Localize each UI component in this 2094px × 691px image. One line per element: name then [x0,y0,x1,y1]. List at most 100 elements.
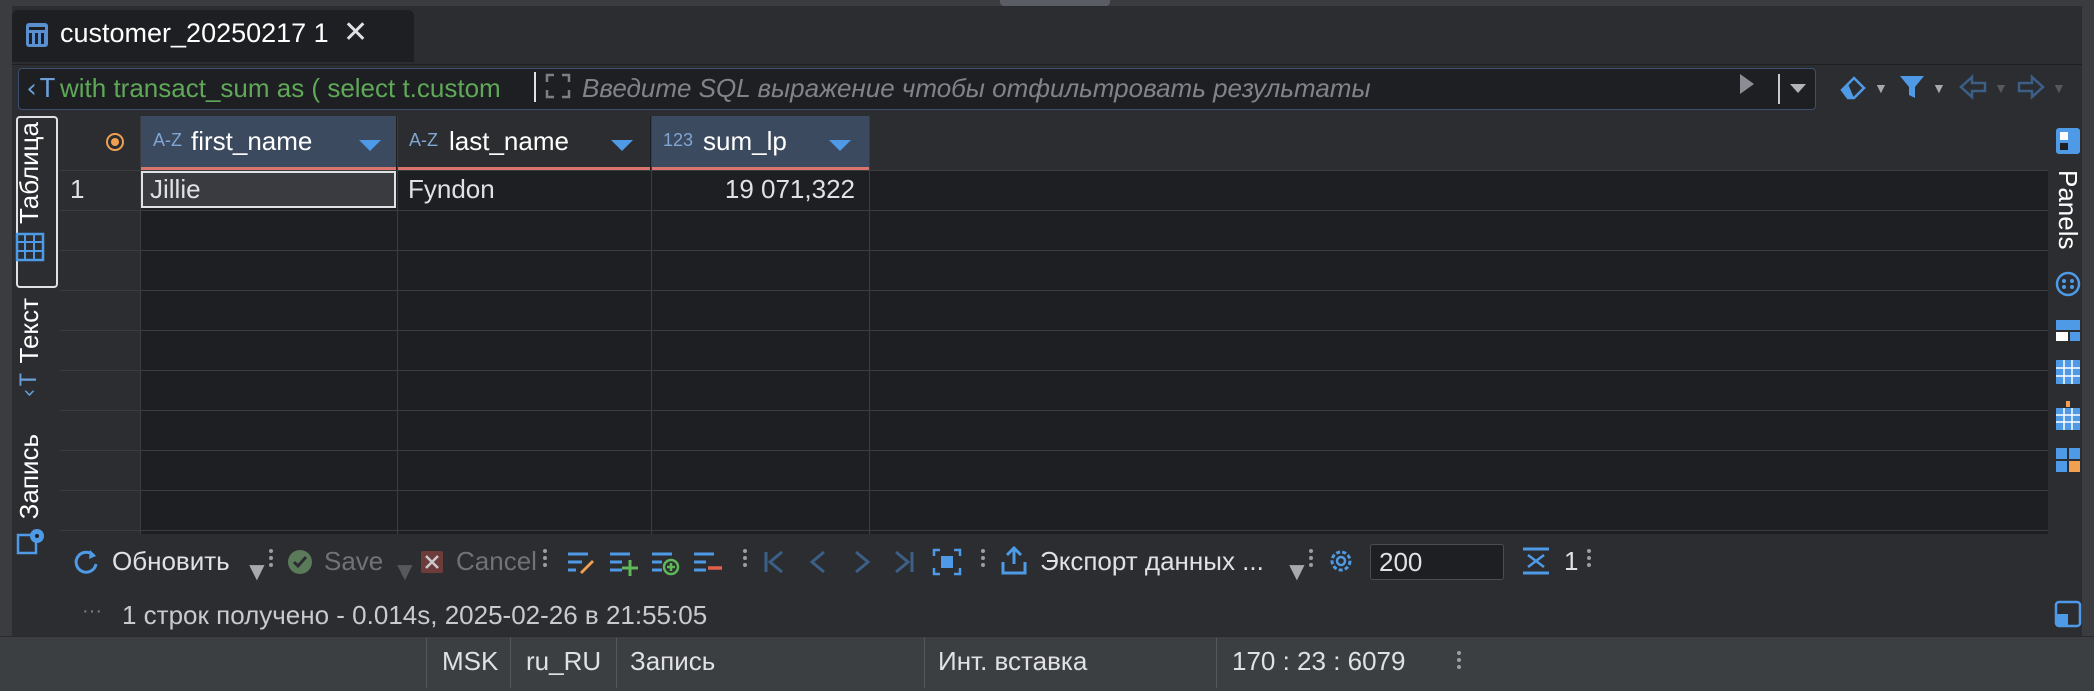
cancel-button[interactable]: Cancel [456,546,537,577]
status-divider [510,638,511,688]
tab-record-label: Запись [14,434,44,520]
panels-label[interactable]: Panels [2052,170,2083,250]
cell-sum-lp[interactable]: 19 071,322 [651,174,855,205]
status-divider [1216,638,1217,688]
panels-icon[interactable] [2054,126,2082,156]
column-filter-icon[interactable] [611,140,633,151]
column-name: last_name [449,126,569,156]
fetch-all-icon[interactable] [932,548,962,576]
cell-first-name[interactable]: Jillie [150,174,201,205]
filter-history-dropdown-icon[interactable] [1790,84,1806,93]
column-header-sum-lp[interactable]: 123 sum_lp [651,116,870,170]
tab-table-label: Таблица [14,122,44,224]
execution-status: 1 строк получено - 0.014s, 2025-02-26 в … [122,600,708,630]
save-icon [288,550,312,574]
edit-mode-indicator[interactable]: Запись [630,646,715,677]
divider [1778,74,1780,104]
more-icon[interactable]: ··· [82,600,102,623]
aggregate-icon[interactable] [2054,446,2082,474]
previous-page-icon[interactable] [808,548,828,576]
toolbar-separator [980,546,986,576]
status-divider [924,638,925,688]
save-dropdown-icon[interactable]: ▼ [392,556,418,587]
cancel-icon [421,551,443,573]
row-count-value: 1 [1564,546,1579,576]
column-name: first_name [191,126,313,156]
export-icon[interactable] [1000,546,1028,576]
select-all-icon[interactable] [106,133,124,151]
metadata-icon[interactable] [2054,316,2082,344]
eraser-icon[interactable] [1838,72,1870,102]
text-caret [534,72,536,102]
grouping-icon[interactable] [2054,358,2082,386]
column-filter-icon[interactable] [829,140,851,151]
column-header-last-name[interactable]: A-Z last_name [397,116,651,170]
eraser-dropdown-icon[interactable]: ▼ [1874,80,1888,96]
row-number[interactable]: 1 [70,174,84,205]
add-row-icon[interactable] [608,548,638,576]
forward-dropdown-icon[interactable]: ▼ [2052,80,2066,96]
forward-arrow-icon[interactable] [2016,74,2046,100]
filter-icon[interactable] [1898,72,1926,102]
grid-line [869,116,870,534]
first-page-icon[interactable] [762,548,786,576]
filter-dropdown-icon[interactable]: ▼ [1932,80,1946,96]
sql-query-text[interactable]: with transact_sum as ( select t.custom [60,73,530,104]
grid-corner[interactable] [60,116,140,170]
last-page-icon[interactable] [892,548,916,576]
back-arrow-icon[interactable] [1958,74,1988,100]
tab-text[interactable]: Текст ‹T [14,298,45,400]
grid-line [60,450,2048,451]
close-icon[interactable]: ✕ [343,18,368,48]
grid-line [60,410,2048,411]
save-button[interactable]: Save [324,546,383,577]
grid-line [60,210,2048,211]
cursor-position: 170 : 23 : 6079 [1232,646,1406,676]
column-header-first-name[interactable]: A-Z first_name [141,116,397,170]
refresh-icon[interactable] [72,546,100,576]
cell-last-name[interactable]: Fyndon [408,174,495,205]
number-type-icon: 123 [663,130,694,150]
column-filter-icon[interactable] [359,140,381,151]
refresh-button[interactable]: Обновить [112,546,230,577]
calculation-icon[interactable] [2054,400,2082,432]
toolbar-separator [742,546,748,576]
insert-mode-indicator[interactable]: Инт. вставка [938,646,1087,677]
row-count-icon[interactable] [1520,546,1552,576]
toolbar-separator [268,546,274,576]
tab-title[interactable]: customer_20250217 1 [60,18,329,49]
grid-line [60,290,2048,291]
export-dropdown-icon[interactable]: ▼ [1284,556,1310,587]
refresh-dropdown-icon[interactable]: ▼ [244,556,270,587]
status-more-icon[interactable] [1456,648,1462,678]
tab-table[interactable]: Таблица [14,122,45,262]
grid-line [60,490,2048,491]
row-number-column [60,170,141,534]
delete-row-icon[interactable] [692,548,722,576]
grid-line [60,250,2048,251]
tab-record[interactable]: Запись [14,434,45,557]
record-icon [16,529,44,555]
filter-input[interactable]: Введите SQL выражение чтобы отфильтроват… [582,73,1371,104]
settings-gear-icon[interactable] [1326,546,1356,576]
expand-icon[interactable] [544,72,572,100]
fetch-size-input[interactable] [1370,544,1504,580]
text-icon: ‹T [17,373,42,400]
layout-toggle-icon[interactable] [2054,600,2082,628]
back-dropdown-icon[interactable]: ▼ [1994,80,2008,96]
locale-indicator[interactable]: ru_RU [526,646,601,677]
copy-row-icon[interactable] [650,548,680,576]
apply-filter-icon[interactable] [1740,74,1754,94]
export-data-button[interactable]: Экспорт данных ... [1040,546,1264,577]
table-icon [26,23,48,47]
grid-line [60,530,2048,531]
edit-row-icon[interactable] [566,548,596,576]
grid-line [397,116,398,534]
text-type-icon: A-Z [153,130,182,150]
timezone-indicator[interactable]: MSK [442,646,498,677]
grid-line [60,370,2048,371]
right-gutter [2082,0,2094,690]
column-name: sum_lp [703,126,787,156]
value-viewer-icon[interactable] [2054,270,2082,298]
next-page-icon[interactable] [852,548,872,576]
